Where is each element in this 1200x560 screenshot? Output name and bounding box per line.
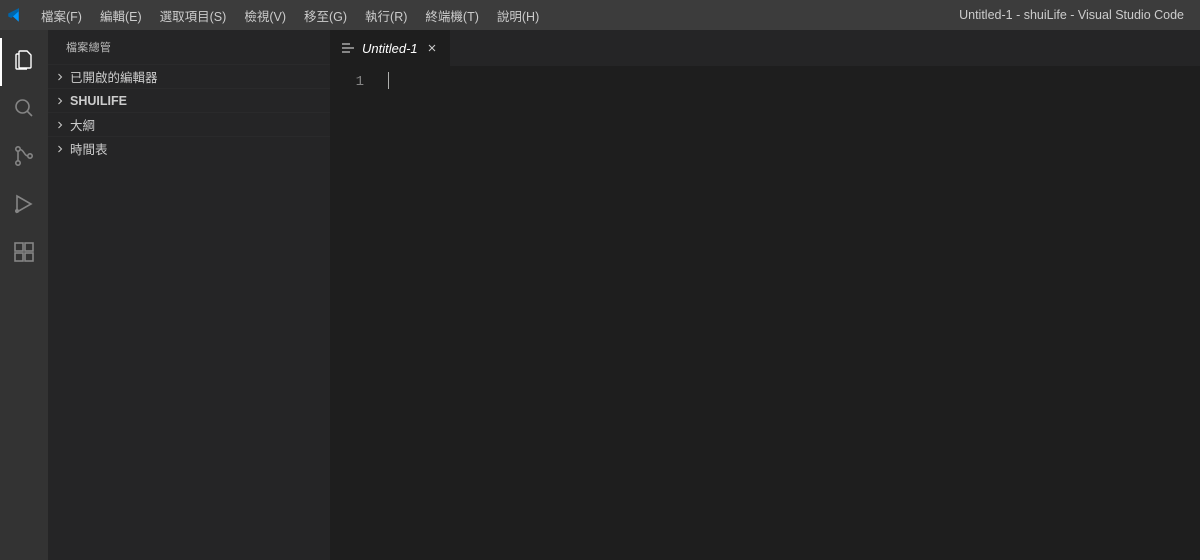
text-cursor bbox=[388, 72, 389, 89]
run-debug-icon bbox=[12, 192, 36, 221]
code-area[interactable] bbox=[382, 66, 1200, 560]
menu-view-label: 檢視(V) bbox=[244, 6, 286, 25]
editor-body: 1 bbox=[330, 66, 1200, 560]
titlebar: 檔案(F) 編輯(E) 選取項目(S) 檢視(V) 移至(G) 執行(R) 終端… bbox=[0, 0, 1200, 30]
editor-group: Untitled-1 1 bbox=[330, 30, 1200, 560]
sidebar-section-folder[interactable]: SHUILIFE bbox=[48, 88, 330, 112]
activity-bar bbox=[0, 30, 48, 560]
editor-tab-untitled[interactable]: Untitled-1 bbox=[330, 30, 451, 66]
menu-file-label: 檔案(F) bbox=[41, 6, 82, 25]
sidebar-section-open-editors[interactable]: 已開啟的編輯器 bbox=[48, 64, 330, 88]
sidebar-section-label: SHUILIFE bbox=[70, 94, 127, 108]
menu-bar: 檔案(F) 編輯(E) 選取項目(S) 檢視(V) 移至(G) 執行(R) 終端… bbox=[32, 0, 548, 30]
search-icon bbox=[12, 96, 36, 125]
chevron-right-icon bbox=[52, 93, 68, 109]
menu-go-label: 移至(G) bbox=[304, 6, 347, 25]
window-title: Untitled-1 - shuiLife - Visual Studio Co… bbox=[959, 8, 1194, 22]
menu-view[interactable]: 檢視(V) bbox=[235, 0, 295, 30]
menu-edit-label: 編輯(E) bbox=[100, 6, 142, 25]
sidebar-section-label: 大綱 bbox=[70, 115, 95, 134]
sidebar-section-label: 已開啟的編輯器 bbox=[70, 67, 158, 86]
sidebar-section-timeline[interactable]: 時間表 bbox=[48, 136, 330, 160]
chevron-right-icon bbox=[52, 117, 68, 133]
line-gutter: 1 bbox=[330, 66, 382, 560]
sidebar-title: 檔案總管 bbox=[48, 30, 330, 64]
menu-go[interactable]: 移至(G) bbox=[295, 0, 356, 30]
menu-help-label: 說明(H) bbox=[497, 6, 539, 25]
menu-run[interactable]: 執行(R) bbox=[356, 0, 416, 30]
menu-edit[interactable]: 編輯(E) bbox=[91, 0, 151, 30]
sidebar-section-outline[interactable]: 大綱 bbox=[48, 112, 330, 136]
main-area: 檔案總管 已開啟的編輯器 SHUILIFE 大綱 時間表 Untitled-1 bbox=[0, 30, 1200, 560]
activity-run-debug[interactable] bbox=[0, 182, 48, 230]
activity-search[interactable] bbox=[0, 86, 48, 134]
chevron-right-icon bbox=[52, 69, 68, 85]
line-number: 1 bbox=[330, 72, 364, 92]
sidebar-explorer: 檔案總管 已開啟的編輯器 SHUILIFE 大綱 時間表 bbox=[48, 30, 330, 560]
menu-file[interactable]: 檔案(F) bbox=[32, 0, 91, 30]
menu-selection[interactable]: 選取項目(S) bbox=[151, 0, 236, 30]
editor-tab-label: Untitled-1 bbox=[362, 41, 418, 56]
extensions-icon bbox=[12, 240, 36, 269]
close-icon[interactable] bbox=[424, 40, 440, 56]
activity-explorer[interactable] bbox=[0, 38, 48, 86]
vscode-logo-icon bbox=[6, 6, 24, 24]
sidebar-section-label: 時間表 bbox=[70, 139, 108, 158]
file-icon bbox=[340, 40, 356, 56]
activity-extensions[interactable] bbox=[0, 230, 48, 278]
files-icon bbox=[12, 48, 36, 77]
activity-source-control[interactable] bbox=[0, 134, 48, 182]
menu-terminal[interactable]: 終端機(T) bbox=[416, 0, 487, 30]
menu-run-label: 執行(R) bbox=[365, 6, 407, 25]
editor-tabs: Untitled-1 bbox=[330, 30, 1200, 66]
source-control-icon bbox=[12, 144, 36, 173]
chevron-right-icon bbox=[52, 141, 68, 157]
menu-selection-label: 選取項目(S) bbox=[160, 6, 227, 25]
menu-help[interactable]: 說明(H) bbox=[488, 0, 548, 30]
menu-terminal-label: 終端機(T) bbox=[425, 6, 478, 25]
